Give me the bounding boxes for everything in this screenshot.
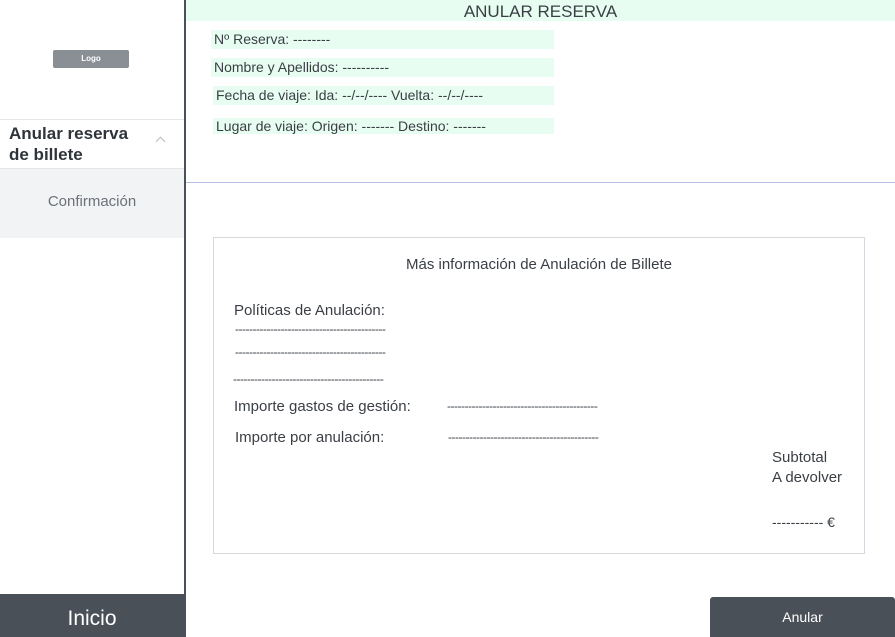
reserva-field: Nº Reserva: -------- xyxy=(211,30,554,49)
inicio-button[interactable]: Inicio xyxy=(0,594,184,637)
subtotal-label: Subtotal xyxy=(772,449,828,466)
policy-line: ----------------------------------------… xyxy=(235,345,386,359)
refund-amount: ----------- € xyxy=(772,514,835,530)
sidebar-item-anular-reserva[interactable]: Anular reserva de billete xyxy=(0,119,184,169)
lugar-field: Lugar de viaje: Origen: ------- Destino:… xyxy=(213,118,554,134)
policy-line: ----------------------------------------… xyxy=(235,322,386,336)
policy-line: ----------------------------------------… xyxy=(233,372,384,386)
page-title: ANULAR RESERVA xyxy=(186,0,895,21)
logo: Logo xyxy=(53,50,129,68)
sidebar-item-label: Confirmación xyxy=(47,193,137,210)
policies-label: Políticas de Anulación: xyxy=(234,302,385,319)
sidebar-item-label: Anular reserva de billete xyxy=(9,124,129,164)
card-title: Más información de Anulación de Billete xyxy=(406,256,672,273)
anulacion-label: Importe por anulación: xyxy=(235,429,385,446)
nombre-field: Nombre y Apellidos: ---------- xyxy=(211,58,554,77)
gastos-value: ----------------------------------------… xyxy=(447,399,598,413)
anular-button[interactable]: Anular xyxy=(710,597,895,637)
sidebar: Logo Anular reserva de billete Confirmac… xyxy=(0,0,186,637)
subtotal-block: Subtotal A devolver xyxy=(772,448,842,488)
sidebar-item-confirmacion[interactable]: Confirmación xyxy=(0,169,184,238)
cancellation-info-card: Más información de Anulación de Billete … xyxy=(213,237,865,554)
gastos-label: Importe gastos de gestión: xyxy=(234,398,411,415)
anulacion-value: ----------------------------------------… xyxy=(448,430,599,444)
header-divider xyxy=(186,182,895,183)
devolver-label: A devolver xyxy=(772,469,843,486)
fecha-field: Fecha de viaje: Ida: --/--/---- Vuelta: … xyxy=(213,86,554,105)
chevron-up-icon xyxy=(155,136,166,147)
